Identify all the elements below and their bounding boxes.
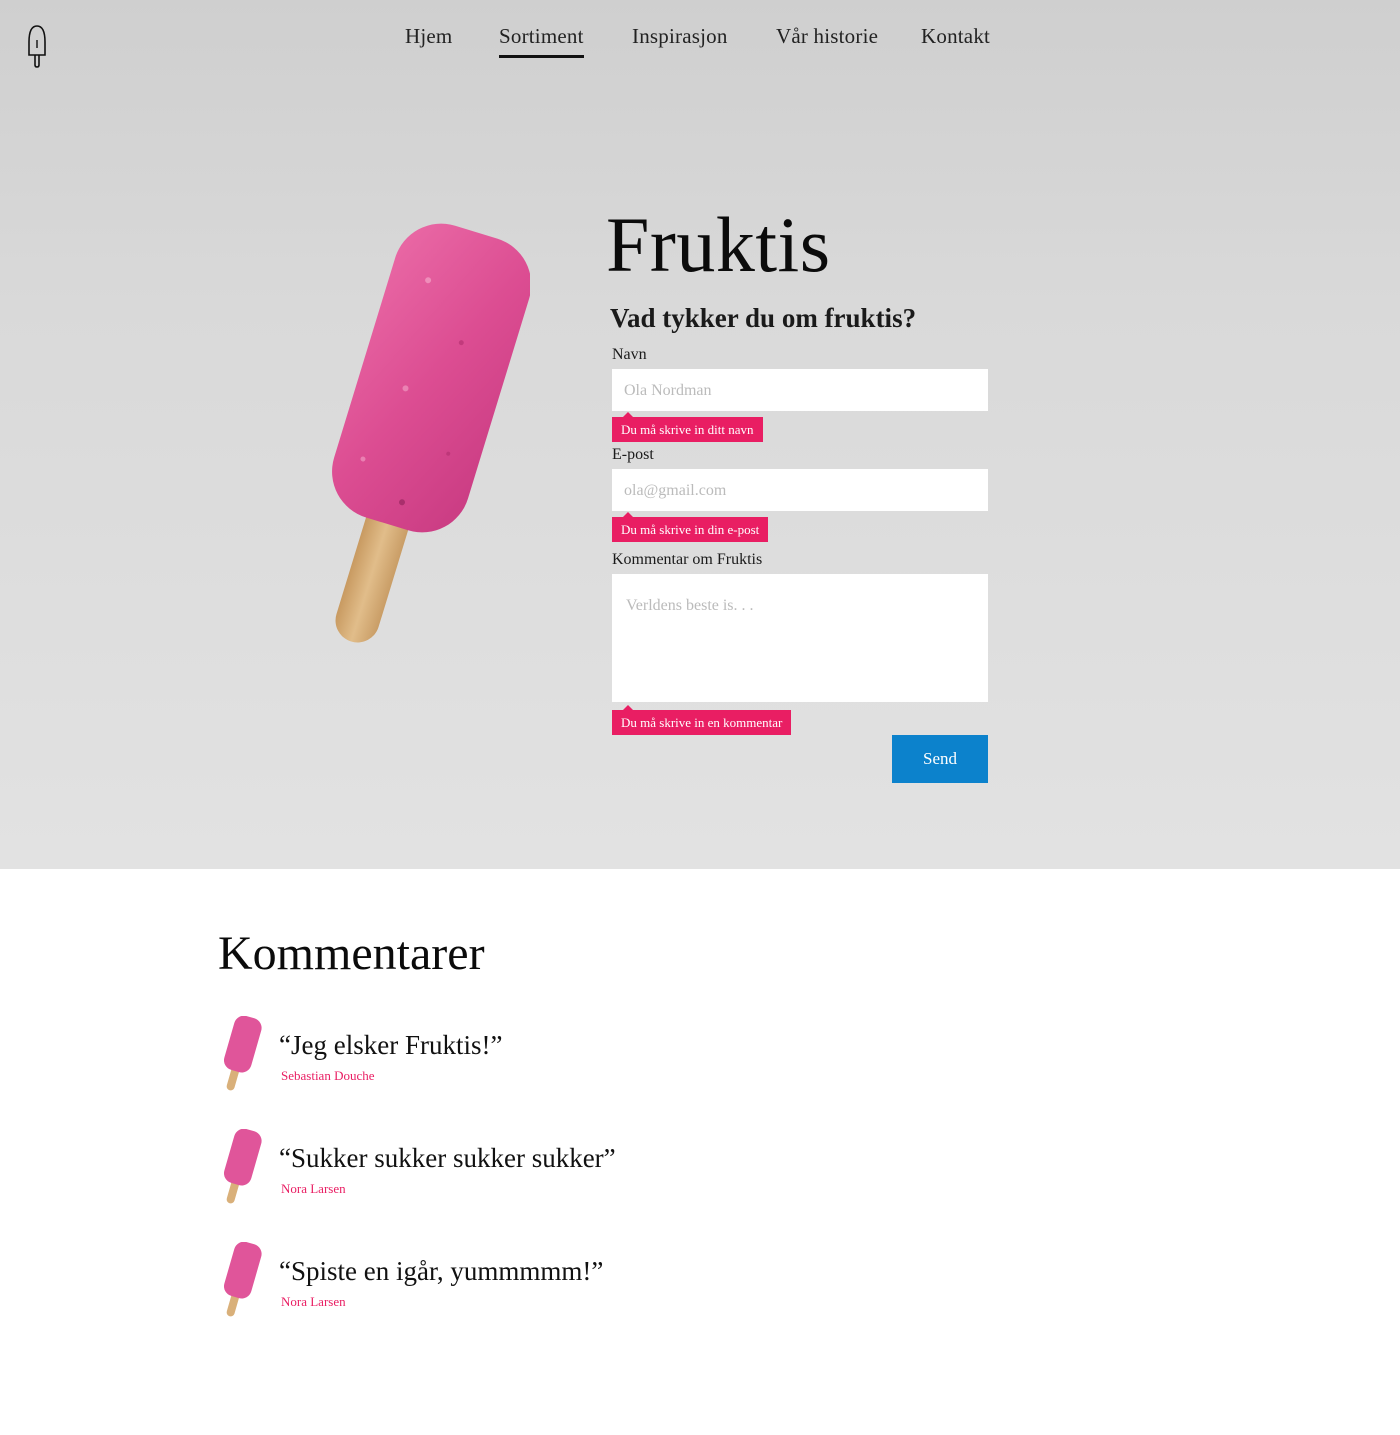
comment-error-message: Du må skrive in en kommentar bbox=[612, 705, 792, 735]
comment-textarea[interactable]: Verldens beste is. . . bbox=[612, 574, 988, 702]
comment-author: Nora Larsen bbox=[281, 1294, 346, 1309]
comment-item: “Jeg elsker Fruktis!” Sebastian Douche bbox=[218, 1016, 918, 1096]
name-input[interactable]: Ola Nordman bbox=[612, 369, 988, 411]
comment-item: “Sukker sukker sukker sukker” Nora Larse… bbox=[218, 1129, 918, 1209]
main-nav: Hjem Sortiment Inspirasjon Vår historie … bbox=[0, 24, 1400, 64]
name-error-message: Du må skrive in ditt navn bbox=[612, 412, 763, 442]
form-heading: Vad tykker du om fruktis? bbox=[610, 303, 917, 333]
nav-item-hjem[interactable]: Hjem bbox=[405, 24, 452, 49]
nav-item-inspirasjon[interactable]: Inspirasjon bbox=[632, 24, 728, 49]
comment-text: “Sukker sukker sukker sukker” bbox=[279, 1143, 616, 1173]
comment-text: “Jeg elsker Fruktis!” bbox=[279, 1030, 503, 1060]
comment-label: Kommentar om Fruktis bbox=[612, 551, 763, 568]
product-title: Fruktis bbox=[606, 201, 831, 288]
email-label: E-post bbox=[612, 446, 654, 463]
email-error-message: Du må skrive in din e-post bbox=[612, 512, 769, 542]
comment-text: “Spiste en igår, yummmmm!” bbox=[279, 1256, 604, 1286]
comment-author: Sebastian Douche bbox=[281, 1068, 375, 1083]
pink-popsicle-icon bbox=[223, 1129, 262, 1204]
send-button[interactable]: Send bbox=[892, 735, 988, 783]
fruktis-popsicle-image bbox=[332, 223, 530, 643]
comment-item: “Spiste en igår, yummmmm!” Nora Larsen bbox=[218, 1242, 918, 1322]
pink-popsicle-icon bbox=[223, 1016, 262, 1091]
name-label: Navn bbox=[612, 346, 647, 363]
email-input[interactable]: ola@gmail.com bbox=[612, 469, 988, 511]
comment-author: Nora Larsen bbox=[281, 1181, 346, 1196]
nav-item-sortiment[interactable]: Sortiment bbox=[499, 24, 584, 58]
pink-popsicle-icon bbox=[223, 1242, 262, 1317]
nav-item-kontakt[interactable]: Kontakt bbox=[921, 24, 990, 49]
comments-heading: Kommentarer bbox=[218, 927, 485, 980]
nav-item-var-historie[interactable]: Vår historie bbox=[776, 24, 878, 49]
